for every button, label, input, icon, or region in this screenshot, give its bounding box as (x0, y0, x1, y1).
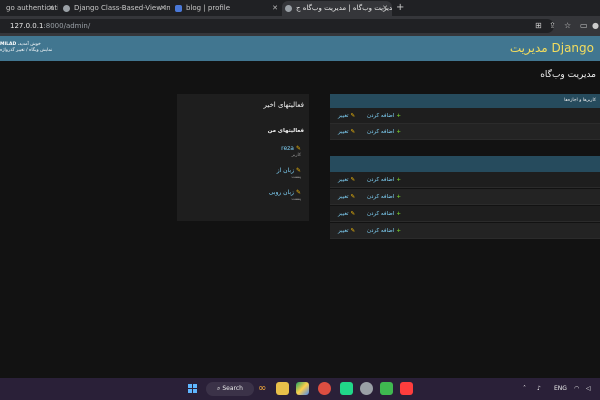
taskbar-search[interactable]: ⌕ Search (206, 382, 254, 396)
new-tab-button[interactable]: + (396, 2, 404, 13)
chevron-up-icon[interactable]: ˄ (523, 384, 526, 394)
plus-icon: + (396, 211, 401, 217)
share-icon[interactable]: ⇪ (549, 20, 556, 32)
change-button[interactable]: ✎تغییر (338, 172, 355, 188)
bookmark-star-icon[interactable]: ☆ (564, 20, 571, 32)
list-item: ✎reza کاربر (180, 145, 301, 158)
tab-django-cbv[interactable]: Django Class-Based-View Inspe ✕ (60, 1, 170, 16)
chrome-icon[interactable] (318, 382, 331, 395)
profile-icon[interactable]: ● (592, 20, 599, 32)
file-explorer-icon[interactable] (276, 382, 289, 395)
module-caption-auth[interactable]: کاربرها و اجازه‌ها (330, 94, 600, 108)
recent-action-link[interactable]: ✎زبان روبی (180, 189, 301, 196)
pencil-icon: ✎ (350, 129, 356, 135)
close-icon[interactable]: ✕ (382, 1, 388, 16)
module-caption-app[interactable] (330, 156, 600, 172)
app-icon[interactable] (360, 382, 373, 395)
globe-icon (63, 5, 70, 12)
close-icon[interactable]: ✕ (272, 1, 278, 16)
change-button[interactable]: ✎تغییر (338, 206, 355, 222)
blog-icon (175, 5, 182, 12)
windows-start-icon[interactable] (188, 384, 198, 394)
plus-icon: + (396, 194, 401, 200)
user-links[interactable]: نمایش وبگاه / تغییر گذرواژه (0, 46, 52, 55)
url-text: 127.0.0.1:8000/admin/ (10, 22, 91, 30)
sidebar-icon[interactable]: ▭ (580, 20, 588, 32)
recent-action-link[interactable]: ✎reza (180, 145, 301, 152)
add-button[interactable]: +اضافه کردن (367, 172, 401, 188)
globe-icon (285, 5, 292, 12)
site-branding[interactable]: Django مدیریت (510, 40, 594, 56)
app-icon[interactable] (380, 382, 393, 395)
plus-icon: + (396, 113, 401, 119)
tab-go-authentication[interactable]: go authentication ✕ (0, 1, 58, 16)
change-button[interactable]: ✎تغییر (338, 189, 355, 205)
list-item: ✎زبان از پست (180, 167, 301, 180)
pencil-icon: ✎ (350, 194, 356, 200)
pencil-icon: ✎ (295, 189, 301, 196)
change-button[interactable]: ✎تغییر (338, 108, 355, 124)
close-icon[interactable]: ✕ (48, 1, 54, 16)
add-button[interactable]: +اضافه کردن (367, 189, 401, 205)
copilot-icon[interactable]: ∞ (258, 382, 271, 395)
pencil-icon: ✎ (350, 228, 356, 234)
language-indicator[interactable]: ENG (554, 384, 567, 394)
change-button[interactable]: ✎تغییر (338, 223, 355, 239)
plus-icon: + (396, 177, 401, 183)
google-drive-icon[interactable] (296, 382, 309, 395)
recent-actions-title: فعالیتهای اخیر (263, 101, 304, 109)
translate-icon[interactable]: ⊞ (535, 20, 542, 32)
my-actions-heading: فعالیتهای من (267, 128, 304, 134)
pencil-icon: ✎ (295, 167, 301, 174)
add-button[interactable]: +اضافه کردن (367, 206, 401, 222)
plus-icon: + (396, 228, 401, 234)
add-button[interactable]: +اضافه کردن (367, 223, 401, 239)
list-item: ✎زبان روبی پست (180, 189, 301, 202)
recent-action-link[interactable]: ✎زبان از (180, 167, 301, 174)
pencil-icon: ✎ (295, 145, 301, 152)
wifi-icon[interactable]: ◠ (574, 384, 579, 394)
pycharm-icon[interactable] (340, 382, 353, 395)
tab-django-admin[interactable]: مدیریت وب‌گاه | مدیریت ‌وب‌گاه ج ✕ (282, 1, 392, 16)
app-icon[interactable] (400, 382, 413, 395)
pencil-icon: ✎ (350, 211, 356, 217)
add-button[interactable]: +اضافه کردن (367, 108, 401, 124)
close-icon[interactable]: ✕ (160, 1, 166, 16)
speaker-icon[interactable]: ◁ (586, 384, 591, 394)
change-button[interactable]: ✎تغییر (338, 124, 355, 140)
pencil-icon: ✎ (350, 113, 356, 119)
plus-icon: + (396, 129, 401, 135)
tab-blog-profile[interactable]: blog | profile ✕ (172, 1, 282, 16)
pencil-icon: ✎ (350, 177, 356, 183)
page-title: مدیریت وب‌گاه (540, 70, 596, 80)
add-button[interactable]: +اضافه کردن (367, 124, 401, 140)
microphone-icon[interactable]: ♪ (537, 384, 541, 394)
